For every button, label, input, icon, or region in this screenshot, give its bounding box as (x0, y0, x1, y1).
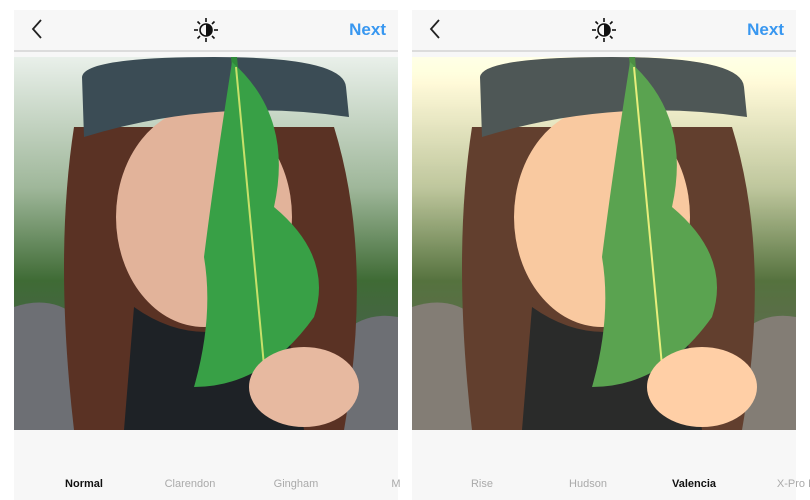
next-button[interactable]: Next (349, 20, 386, 40)
filter-option-gingham[interactable]: Gingham (274, 478, 319, 490)
filter-editor-panel-left: Next Normal Clarendon Gingham M (14, 10, 401, 500)
chevron-left-icon[interactable] (26, 16, 50, 42)
filter-option-x-pro-i[interactable]: X-Pro I (777, 478, 810, 490)
top-bar: Next (412, 10, 796, 52)
photo-image (14, 57, 398, 430)
next-button[interactable]: Next (747, 20, 784, 40)
chevron-left-icon[interactable] (424, 16, 448, 42)
filter-option-rise[interactable]: Rise (471, 478, 493, 490)
filter-option-valencia[interactable]: Valencia (672, 478, 716, 490)
top-bar: Next (14, 10, 398, 52)
filter-option-m[interactable]: M (391, 478, 400, 490)
filter-editor-panel-right: Next Rise Hudson Valencia X-Pro I (412, 10, 810, 500)
filter-option-normal[interactable]: Normal (65, 478, 103, 490)
filter-option-hudson[interactable]: Hudson (569, 478, 607, 490)
photo-preview (14, 57, 398, 430)
brightness-contrast-icon[interactable] (194, 18, 218, 42)
filter-option-clarendon[interactable]: Clarendon (165, 478, 216, 490)
photo-preview (412, 57, 796, 430)
photo-image (412, 57, 796, 430)
filter-strip[interactable]: Normal Clarendon Gingham M (14, 430, 401, 500)
brightness-contrast-icon[interactable] (592, 18, 616, 42)
filter-strip[interactable]: Rise Hudson Valencia X-Pro I (412, 430, 810, 500)
